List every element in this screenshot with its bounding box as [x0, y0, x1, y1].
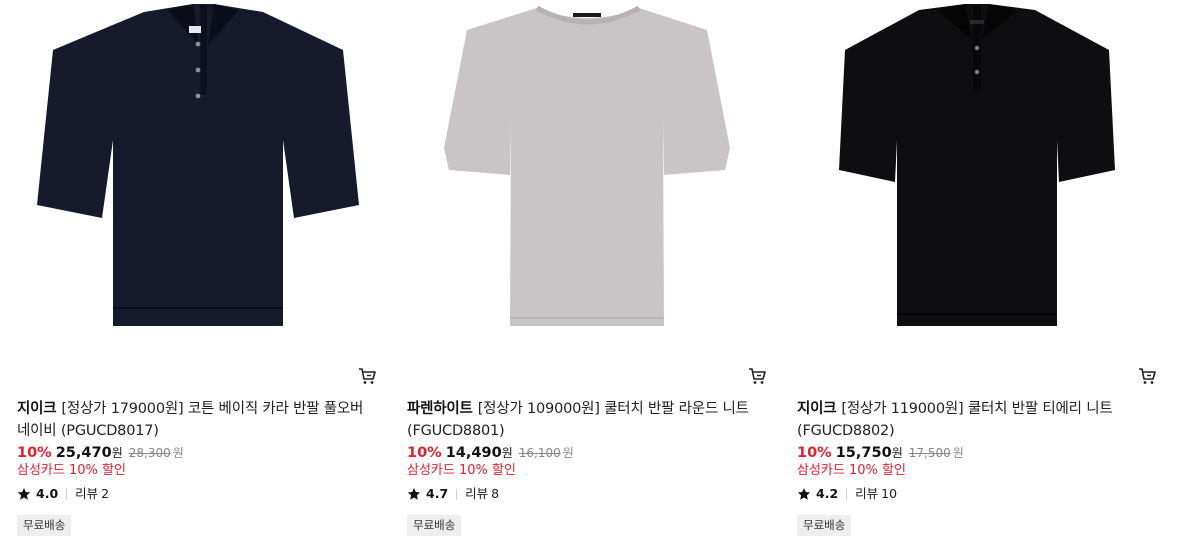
polo-shirt-image: [839, 4, 1115, 326]
product-title[interactable]: 지이크 [정상가 119000원] 쿨터치 반팔 티에리 니트 (FGUCD880…: [797, 398, 1157, 442]
review-summary[interactable]: 4.7 리뷰 8: [407, 486, 499, 502]
review-summary[interactable]: 4.0 리뷰 2: [17, 486, 109, 502]
divider: [846, 488, 848, 500]
review-label: 리뷰: [75, 486, 99, 501]
rating-score: 4.7: [426, 486, 449, 501]
original-price-unit: 원: [562, 446, 574, 460]
brand-name: 파렌하이트: [407, 401, 473, 417]
star-icon: [407, 488, 421, 500]
discount-rate: 10%: [407, 445, 442, 461]
review-label: 리뷰: [855, 486, 879, 501]
product-card[interactable]: 지이크 [정상가 119000원] 쿨터치 반팔 티에리 니트 (FGUCD880…: [797, 0, 1157, 536]
sale-price-unit: 원: [111, 446, 123, 460]
free-shipping-badge: 무료배송: [407, 515, 462, 536]
sale-price: 15,750: [835, 445, 892, 461]
price-row: 10% 15,750원 17,500 원: [797, 444, 964, 462]
tshirt-image: [444, 5, 730, 326]
star-icon: [17, 488, 31, 500]
brand-name: 지이크: [797, 401, 837, 417]
review-label: 리뷰: [465, 486, 489, 501]
cart-icon[interactable]: [357, 366, 377, 386]
cart-icon[interactable]: [1137, 366, 1157, 386]
original-price: 16,100: [518, 446, 561, 460]
divider: [456, 488, 458, 500]
product-name: [정상가 179000원] 코튼 베이직 카라 반팔 풀오버 네이비 (PGUC…: [17, 401, 364, 439]
review-count: 8: [491, 486, 500, 501]
free-shipping-badge: 무료배송: [17, 515, 72, 536]
product-card[interactable]: 파렌하이트 [정상가 109000원] 쿨터치 반팔 라운드 니트 (FGUCD8…: [407, 0, 767, 536]
product-title[interactable]: 지이크 [정상가 179000원] 코튼 베이직 카라 반팔 풀오버 네이비 (P…: [17, 398, 377, 442]
review-count: 10: [881, 486, 898, 501]
product-card[interactable]: 지이크 [정상가 179000원] 코튼 베이직 카라 반팔 풀오버 네이비 (P…: [17, 0, 377, 536]
price-row: 10% 14,490원 16,100 원: [407, 444, 574, 462]
discount-rate: 10%: [17, 445, 52, 461]
cart-icon[interactable]: [747, 366, 767, 386]
card-promotion: 삼성카드 10% 할인: [797, 463, 906, 478]
product-title[interactable]: 파렌하이트 [정상가 109000원] 쿨터치 반팔 라운드 니트 (FGUCD8…: [407, 398, 767, 442]
product-image[interactable]: [407, 0, 767, 360]
price-row: 10% 25,470원 28,300 원: [17, 444, 184, 462]
product-name: [정상가 119000원] 쿨터치 반팔 티에리 니트 (FGUCD8802): [797, 401, 1113, 439]
product-grid: 지이크 [정상가 179000원] 코튼 베이직 카라 반팔 풀오버 네이비 (P…: [0, 0, 1186, 536]
sale-price: 14,490: [445, 445, 502, 461]
review-summary[interactable]: 4.2 리뷰 10: [797, 486, 897, 502]
brand-name: 지이크: [17, 401, 57, 417]
sale-price-unit: 원: [891, 446, 903, 460]
product-image[interactable]: [17, 0, 377, 360]
original-price: 17,500: [908, 446, 951, 460]
review-count: 2: [101, 486, 110, 501]
rating-score: 4.0: [36, 486, 59, 501]
original-price-unit: 원: [952, 446, 964, 460]
divider: [66, 488, 68, 500]
card-promotion: 삼성카드 10% 할인: [407, 463, 516, 478]
star-icon: [797, 488, 811, 500]
rating-score: 4.2: [816, 486, 839, 501]
card-promotion: 삼성카드 10% 할인: [17, 463, 126, 478]
discount-rate: 10%: [797, 445, 832, 461]
product-image[interactable]: [797, 0, 1157, 360]
sale-price: 25,470: [55, 445, 112, 461]
original-price-unit: 원: [172, 446, 184, 460]
polo-shirt-image: [37, 4, 359, 326]
free-shipping-badge: 무료배송: [797, 515, 852, 536]
original-price: 28,300: [128, 446, 171, 460]
sale-price-unit: 원: [501, 446, 513, 460]
